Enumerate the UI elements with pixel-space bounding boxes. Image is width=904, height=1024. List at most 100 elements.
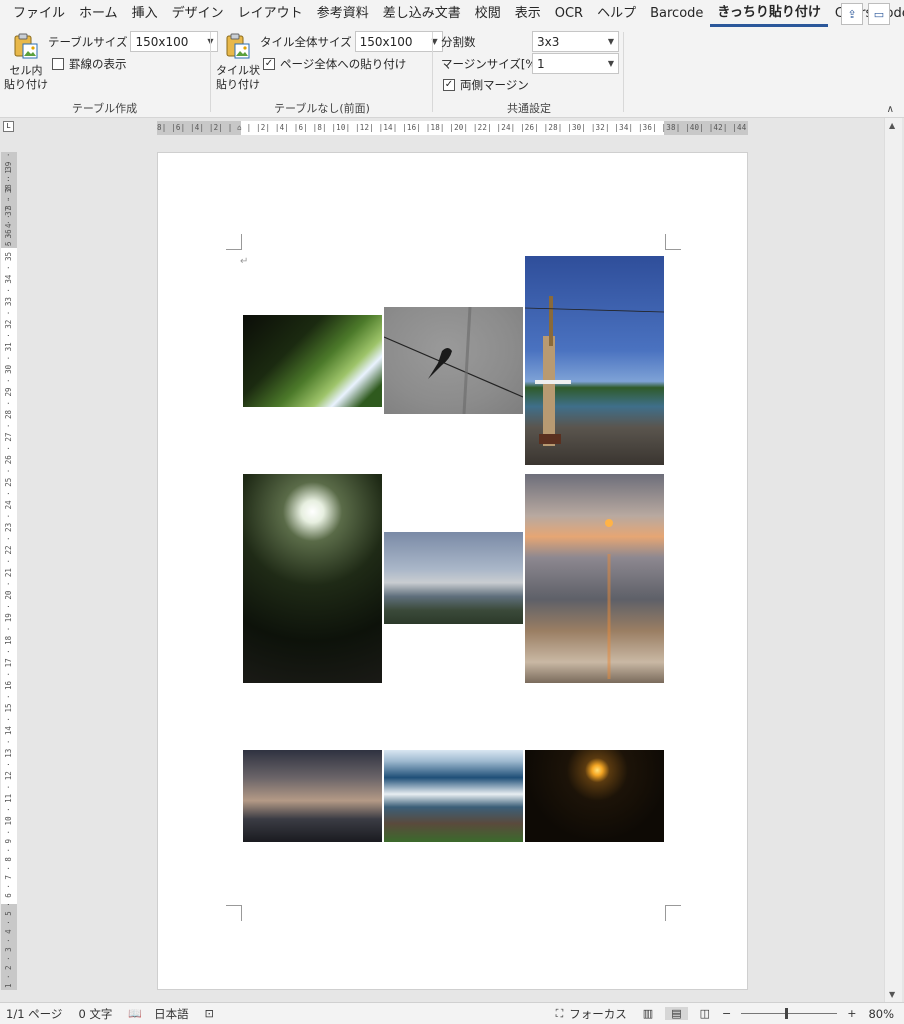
print-layout-icon[interactable]: ▤ <box>665 1007 688 1020</box>
group-table-create: セル内 貼り付け テーブルサイズ 150x100 ▼ 罫線の表示 テーブル作成 <box>0 28 219 118</box>
tab-0[interactable]: ファイル <box>6 1 72 27</box>
fit-page-checkbox[interactable]: ✓ <box>263 58 275 70</box>
group-label-no-table: テーブルなし(前面) <box>274 102 370 115</box>
photo-forest-canopy[interactable] <box>243 315 382 407</box>
tile-size-value: 150x100 <box>359 34 413 49</box>
group-divider <box>210 32 211 112</box>
paste-in-cell-label-1: セル内 <box>9 64 43 77</box>
crop-mark-bottom-left <box>226 905 242 921</box>
vertical-ruler[interactable]: 5 · 4 · 3 · 2 · 1 · 1 · 2 · 3 · 4 · 5 · … <box>1 152 17 990</box>
crop-mark-bottom-right <box>665 905 681 921</box>
both-margin-checkbox-row[interactable]: ✓ 両側マージン <box>443 77 529 93</box>
photo-bird-on-wire[interactable] <box>384 307 523 414</box>
word-count[interactable]: 0 文字 <box>78 1006 112 1022</box>
group-no-table: タイル状 貼り付け タイル全体サイズ 150x100 ▼ ✓ ページ全体への貼り… <box>212 28 443 118</box>
crop-mark-top-left <box>226 234 242 250</box>
split-label: 分割数 <box>441 34 476 49</box>
chevron-down-icon: ▼ <box>607 37 614 46</box>
tile-paste-label-2: 貼り付け <box>216 78 260 91</box>
scroll-down-icon[interactable]: ▼ <box>889 990 895 999</box>
chevron-down-icon: ▼ <box>607 59 614 68</box>
tab-13[interactable]: Chars Code <box>828 1 904 27</box>
collapse-ribbon-icon[interactable]: ∧ <box>887 104 894 115</box>
group-divider <box>432 32 433 112</box>
table-size-value: 150x100 <box>135 34 189 49</box>
photo-coast-rocks-dusk[interactable] <box>384 532 523 624</box>
bird-silhouette-icon <box>384 307 523 414</box>
borders-checkbox[interactable] <box>52 58 64 70</box>
tile-size-combo[interactable]: 150x100 ▼ <box>354 31 443 52</box>
tab-11[interactable]: Barcode <box>643 1 710 27</box>
split-combo[interactable]: 3x3 ▼ <box>532 31 619 52</box>
photo-dusk-beach[interactable] <box>243 750 382 842</box>
photo-waves-rocks[interactable] <box>384 750 523 842</box>
group-common-settings: 分割数 3x3 ▼ マージンサイズ[%] 1 ▼ ✓ 両側マージン 共通設定 <box>434 28 624 118</box>
paste-in-cell-label-2: 貼り付け <box>4 78 48 91</box>
ruler-numbers: 8| |6| |4| |2| | ⌂ | |2| |4| |6| |8| |10… <box>157 123 748 132</box>
zoom-in-icon[interactable]: + <box>847 1007 856 1020</box>
tab-7[interactable]: 校閲 <box>468 1 508 27</box>
zoom-slider-thumb[interactable] <box>785 1008 789 1019</box>
tab-2[interactable]: 挿入 <box>125 1 165 27</box>
tab-5[interactable]: 参考資料 <box>310 1 376 27</box>
focus-icon[interactable]: ⛶ <box>556 1007 564 1021</box>
both-margin-label: 両側マージン <box>460 78 529 92</box>
tab-12[interactable]: きっちり貼り付け <box>710 2 828 27</box>
photo-sunset-sea[interactable] <box>525 474 664 683</box>
tab-6[interactable]: 差し込み文書 <box>376 1 468 27</box>
margin-size-value: 1 <box>537 56 545 71</box>
read-mode-icon[interactable]: ▥ <box>643 1007 653 1020</box>
tab-4[interactable]: レイアウト <box>231 1 310 27</box>
photo-pole-island[interactable] <box>525 256 664 465</box>
horizontal-ruler[interactable]: 8| |6| |4| |2| | ⌂ | |2| |4| |6| |8| |10… <box>157 121 748 135</box>
paste-in-cell-button[interactable]: セル内 貼り付け <box>4 32 48 92</box>
paste-image-icon <box>12 32 40 62</box>
tile-paste-icon <box>224 32 252 62</box>
proofing-book-icon[interactable]: 📖 <box>128 1007 142 1020</box>
paragraph-mark-icon: ↵ <box>240 256 249 267</box>
document-page[interactable]: ↵ <box>157 152 748 990</box>
web-layout-icon[interactable]: ◫ <box>700 1007 710 1020</box>
fit-page-checkbox-row[interactable]: ✓ ページ全体への貼り付け <box>263 56 406 72</box>
group-label-table-create: テーブル作成 <box>71 102 138 115</box>
focus-button[interactable]: フォーカス <box>569 1006 627 1022</box>
zoom-out-icon[interactable]: − <box>722 1007 731 1020</box>
tab-1[interactable]: ホーム <box>72 1 125 27</box>
both-margin-checkbox[interactable]: ✓ <box>443 79 455 91</box>
borders-checkbox-row[interactable]: 罫線の表示 <box>52 56 127 72</box>
zoom-level[interactable]: 80% <box>868 1007 894 1021</box>
split-value: 3x3 <box>537 34 560 49</box>
tab-3[interactable]: デザイン <box>165 1 231 27</box>
vertical-scrollbar[interactable]: ▲ ▼ <box>884 118 902 1002</box>
photo-sunlit-forest-path[interactable] <box>243 474 382 683</box>
margin-size-label: マージンサイズ[%] <box>441 56 541 71</box>
comments-icon[interactable]: ▭ <box>868 3 890 25</box>
setting-sun-icon <box>605 519 613 679</box>
macro-record-icon[interactable]: ⊡ <box>205 1007 214 1020</box>
group-divider <box>623 32 624 112</box>
tab-9[interactable]: OCR <box>548 1 590 27</box>
ribbon: セル内 貼り付け テーブルサイズ 150x100 ▼ 罫線の表示 テーブル作成 … <box>0 28 904 118</box>
share-icon[interactable]: ⇪ <box>841 3 863 25</box>
table-size-combo[interactable]: 150x100 ▼ <box>130 31 219 52</box>
photo-night-moon[interactable] <box>525 750 664 842</box>
table-size-label: テーブルサイズ <box>48 34 128 49</box>
page-count[interactable]: 1/1 ページ <box>6 1006 62 1022</box>
crop-mark-top-right <box>665 234 681 250</box>
menu-bar: ファイル ホーム 挿入 デザイン レイアウト 参考資料 差し込み文書 校閲 表示 OCR ヘルプ Ba… <box>0 0 904 28</box>
fit-page-label: ページ全体への貼り付け <box>280 57 407 71</box>
utility-pole-icon <box>525 296 664 446</box>
scroll-up-icon[interactable]: ▲ <box>889 121 895 130</box>
status-bar: 1/1 ページ 0 文字 📖 日本語 ⊡ ⛶ フォーカス ▥ ▤ ◫ − + 8… <box>0 1002 904 1024</box>
ruler-body-numbers: 1 · 2 · 3 · 4 · 5 · 6 · 7 · 8 · 9 · 10 ·… <box>4 152 13 988</box>
tile-size-label: タイル全体サイズ <box>260 34 352 49</box>
language-indicator[interactable]: 日本語 <box>154 1006 189 1022</box>
tab-selector-icon[interactable]: L <box>3 121 14 132</box>
zoom-slider[interactable] <box>741 1008 838 1019</box>
borders-label: 罫線の表示 <box>69 57 127 71</box>
tile-paste-button[interactable]: タイル状 貼り付け <box>216 32 260 92</box>
margin-size-combo[interactable]: 1 ▼ <box>532 53 619 74</box>
tab-8[interactable]: 表示 <box>508 1 548 27</box>
tab-10[interactable]: ヘルプ <box>590 1 643 27</box>
tile-paste-label-1: タイル状 <box>216 64 260 77</box>
